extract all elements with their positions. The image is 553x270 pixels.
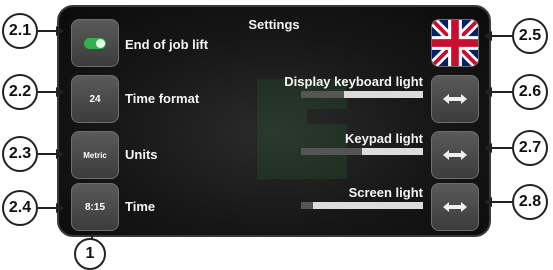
callout-2-1: 2.1 bbox=[2, 13, 38, 49]
arrow-right-icon bbox=[56, 149, 64, 159]
callout-2-3: 2.3 bbox=[2, 136, 38, 172]
time-label: Time bbox=[125, 199, 156, 214]
uk-flag-icon bbox=[432, 20, 478, 66]
screen-light-label: Screen light bbox=[348, 185, 423, 200]
arrow-left-icon bbox=[484, 143, 492, 153]
keypad-light-label: Keypad light bbox=[344, 131, 423, 146]
units-button[interactable]: Metric bbox=[71, 131, 119, 179]
callout-2-2: 2.2 bbox=[2, 74, 38, 110]
time-format-label: Time format bbox=[125, 91, 200, 106]
end-of-job-lift-toggle-button[interactable] bbox=[71, 19, 119, 67]
arrow-right-icon bbox=[56, 203, 64, 213]
left-right-arrow-icon bbox=[443, 202, 467, 212]
time-format-button[interactable]: 24 bbox=[71, 75, 119, 123]
callout-arrow bbox=[490, 201, 512, 203]
keypad-light-level bbox=[362, 148, 423, 155]
page-title: Settings bbox=[248, 17, 300, 32]
settings-screen: Settings End of job lift 24 Time format … bbox=[57, 5, 491, 237]
callout-1: 1 bbox=[74, 238, 106, 270]
arrow-left-icon bbox=[484, 197, 492, 207]
callout-2-7: 2.7 bbox=[512, 130, 548, 166]
left-right-arrow-icon bbox=[443, 150, 467, 160]
left-right-arrow-icon bbox=[443, 94, 467, 104]
display-keyboard-light-level bbox=[343, 91, 423, 98]
callout-arrow bbox=[490, 147, 512, 149]
display-keyboard-light-adjust-button[interactable] bbox=[431, 75, 479, 123]
arrow-left-icon bbox=[484, 87, 492, 97]
keypad-light-adjust-button[interactable] bbox=[431, 131, 479, 179]
display-keyboard-light-label: Display keyboard light bbox=[284, 74, 423, 89]
callout-arrow bbox=[490, 91, 512, 93]
callout-arrow bbox=[490, 35, 512, 37]
screen-light-bar bbox=[301, 202, 423, 209]
units-label: Units bbox=[125, 147, 158, 162]
screen-light-adjust-button[interactable] bbox=[431, 183, 479, 231]
arrow-right-icon bbox=[56, 26, 64, 36]
callout-2-5: 2.5 bbox=[512, 18, 548, 54]
callout-2-8: 2.8 bbox=[512, 184, 548, 220]
callout-arrow bbox=[38, 153, 58, 155]
callout-2-4: 2.4 bbox=[2, 190, 38, 226]
arrow-left-icon bbox=[484, 31, 492, 41]
toggle-on-icon bbox=[84, 37, 106, 49]
callout-arrow bbox=[38, 91, 58, 93]
screen-light-level bbox=[313, 202, 423, 209]
callout-2-6: 2.6 bbox=[512, 74, 548, 110]
language-button[interactable] bbox=[431, 19, 479, 67]
time-button[interactable]: 8:15 bbox=[71, 183, 119, 231]
keypad-light-bar bbox=[301, 148, 423, 155]
display-keyboard-light-bar bbox=[301, 91, 423, 98]
arrow-right-icon bbox=[56, 87, 64, 97]
callout-arrow bbox=[38, 207, 58, 209]
callout-arrow bbox=[38, 30, 58, 32]
end-of-job-lift-label: End of job lift bbox=[125, 37, 209, 52]
